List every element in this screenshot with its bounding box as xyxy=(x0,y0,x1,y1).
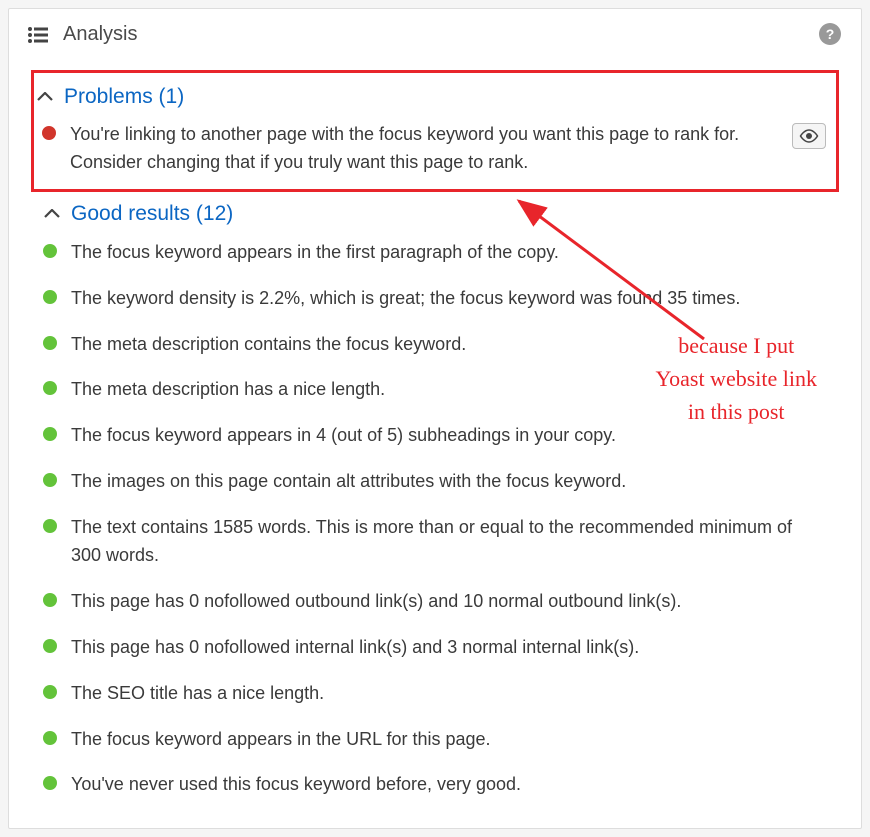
good-result-item: The focus keyword appears in 4 (out of 5… xyxy=(43,413,827,459)
good-result-item: The focus keyword appears in the URL for… xyxy=(43,717,827,763)
chevron-up-icon xyxy=(36,88,54,106)
good-result-text: The focus keyword appears in the first p… xyxy=(71,239,827,267)
good-result-text: The meta description has a nice length. xyxy=(71,376,827,404)
status-bullet-green xyxy=(43,336,57,350)
status-bullet-green xyxy=(43,290,57,304)
good-result-item: The images on this page contain alt attr… xyxy=(43,459,827,505)
good-result-item: The SEO title has a nice length. xyxy=(43,671,827,717)
eye-icon[interactable] xyxy=(792,123,826,149)
good-result-item: The meta description contains the focus … xyxy=(43,322,827,368)
good-result-text: The keyword density is 2.2%, which is gr… xyxy=(71,285,827,313)
status-bullet-green xyxy=(43,427,57,441)
status-bullet-green xyxy=(43,519,57,533)
good-result-text: The focus keyword appears in 4 (out of 5… xyxy=(71,422,827,450)
help-icon[interactable]: ? xyxy=(819,23,841,45)
status-bullet-red xyxy=(42,126,56,140)
list-icon xyxy=(27,26,49,44)
status-bullet-green xyxy=(43,593,57,607)
good-result-item: The meta description has a nice length. xyxy=(43,367,827,413)
good-result-text: The images on this page contain alt attr… xyxy=(71,468,827,496)
good-result-item: This page has 0 nofollowed outbound link… xyxy=(43,579,827,625)
analysis-panel: Analysis ? Problems (1) You're linking t… xyxy=(8,8,862,829)
problems-list: You're linking to another page with the … xyxy=(36,113,826,177)
status-bullet-green xyxy=(43,731,57,745)
panel-title: Analysis xyxy=(63,23,137,46)
good-result-text: The focus keyword appears in the URL for… xyxy=(71,726,827,754)
problem-text: You're linking to another page with the … xyxy=(70,121,784,177)
status-bullet-green xyxy=(43,244,57,258)
good-result-item: The focus keyword appears in the first p… xyxy=(43,230,827,276)
good-result-item: The text contains 1585 words. This is mo… xyxy=(43,505,827,579)
good-result-text: The SEO title has a nice length. xyxy=(71,680,827,708)
good-results-header[interactable]: Good results (12) xyxy=(9,202,861,226)
status-bullet-green xyxy=(43,473,57,487)
good-result-text: You've never used this focus keyword bef… xyxy=(71,771,827,799)
good-result-item: The keyword density is 2.2%, which is gr… xyxy=(43,276,827,322)
status-bullet-green xyxy=(43,685,57,699)
status-bullet-green xyxy=(43,381,57,395)
good-results-list: The focus keyword appears in the first p… xyxy=(9,226,861,809)
panel-header: Analysis ? xyxy=(9,9,861,64)
good-result-text: This page has 0 nofollowed outbound link… xyxy=(71,588,827,616)
status-bullet-green xyxy=(43,776,57,790)
problems-highlight: Problems (1) You're linking to another p… xyxy=(31,70,839,192)
good-result-text: This page has 0 nofollowed internal link… xyxy=(71,634,827,662)
good-result-item: You've never used this focus keyword bef… xyxy=(43,762,827,808)
good-result-text: The text contains 1585 words. This is mo… xyxy=(71,514,827,570)
good-result-text: The meta description contains the focus … xyxy=(71,331,827,359)
good-results-label: Good results (12) xyxy=(71,202,233,226)
problems-header[interactable]: Problems (1) xyxy=(36,81,826,113)
problem-item: You're linking to another page with the … xyxy=(36,113,826,177)
problems-label: Problems (1) xyxy=(64,85,184,109)
status-bullet-green xyxy=(43,639,57,653)
chevron-up-icon xyxy=(43,205,61,223)
good-result-item: This page has 0 nofollowed internal link… xyxy=(43,625,827,671)
